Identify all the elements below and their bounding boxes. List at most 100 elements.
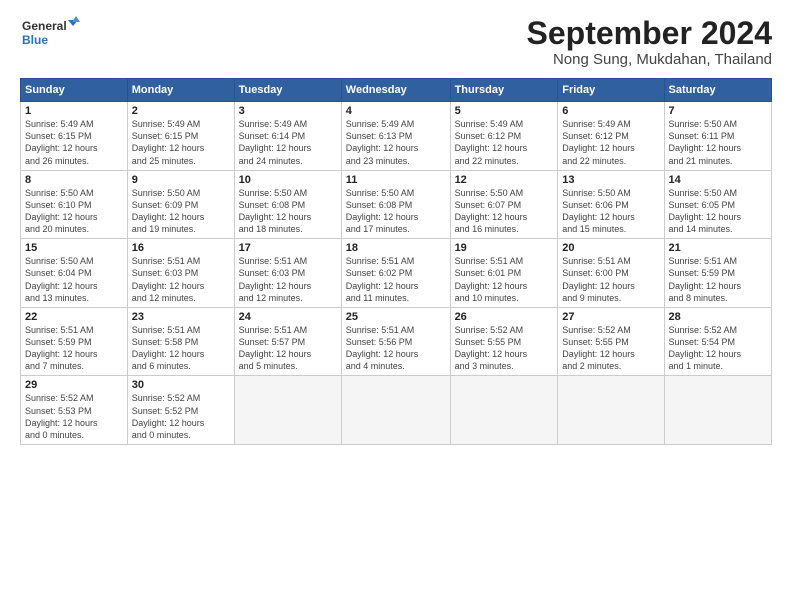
day-info: Sunrise: 5:51 AMSunset: 5:56 PMDaylight:… bbox=[346, 324, 446, 373]
day-number: 3 bbox=[239, 105, 337, 117]
calendar-cell: 18Sunrise: 5:51 AMSunset: 6:02 PMDayligh… bbox=[341, 239, 450, 308]
day-info: Sunrise: 5:51 AMSunset: 5:58 PMDaylight:… bbox=[132, 324, 230, 373]
calendar-cell: 20Sunrise: 5:51 AMSunset: 6:00 PMDayligh… bbox=[558, 239, 664, 308]
day-info: Sunrise: 5:51 AMSunset: 6:01 PMDaylight:… bbox=[455, 255, 554, 304]
calendar-cell bbox=[558, 376, 664, 445]
calendar-row-4: 22Sunrise: 5:51 AMSunset: 5:59 PMDayligh… bbox=[21, 307, 772, 376]
day-number: 13 bbox=[562, 174, 659, 186]
calendar-table: Sunday Monday Tuesday Wednesday Thursday… bbox=[20, 78, 772, 445]
day-info: Sunrise: 5:50 AMSunset: 6:07 PMDaylight:… bbox=[455, 187, 554, 236]
svg-text:General: General bbox=[22, 19, 67, 33]
day-number: 10 bbox=[239, 174, 337, 186]
calendar-cell: 17Sunrise: 5:51 AMSunset: 6:03 PMDayligh… bbox=[234, 239, 341, 308]
calendar-cell: 3Sunrise: 5:49 AMSunset: 6:14 PMDaylight… bbox=[234, 102, 341, 171]
day-info: Sunrise: 5:52 AMSunset: 5:52 PMDaylight:… bbox=[132, 392, 230, 441]
calendar-cell: 27Sunrise: 5:52 AMSunset: 5:55 PMDayligh… bbox=[558, 307, 664, 376]
day-info: Sunrise: 5:49 AMSunset: 6:13 PMDaylight:… bbox=[346, 118, 446, 167]
svg-text:Blue: Blue bbox=[22, 33, 48, 47]
calendar-row-5: 29Sunrise: 5:52 AMSunset: 5:53 PMDayligh… bbox=[21, 376, 772, 445]
col-thursday: Thursday bbox=[450, 79, 558, 102]
calendar-cell: 25Sunrise: 5:51 AMSunset: 5:56 PMDayligh… bbox=[341, 307, 450, 376]
day-info: Sunrise: 5:51 AMSunset: 5:59 PMDaylight:… bbox=[25, 324, 123, 373]
calendar-header-row: Sunday Monday Tuesday Wednesday Thursday… bbox=[21, 79, 772, 102]
calendar-cell: 7Sunrise: 5:50 AMSunset: 6:11 PMDaylight… bbox=[664, 102, 771, 171]
calendar-cell: 16Sunrise: 5:51 AMSunset: 6:03 PMDayligh… bbox=[127, 239, 234, 308]
day-number: 14 bbox=[669, 174, 767, 186]
day-info: Sunrise: 5:51 AMSunset: 6:00 PMDaylight:… bbox=[562, 255, 659, 304]
calendar-cell: 4Sunrise: 5:49 AMSunset: 6:13 PMDaylight… bbox=[341, 102, 450, 171]
calendar-cell: 23Sunrise: 5:51 AMSunset: 5:58 PMDayligh… bbox=[127, 307, 234, 376]
col-tuesday: Tuesday bbox=[234, 79, 341, 102]
calendar-cell: 10Sunrise: 5:50 AMSunset: 6:08 PMDayligh… bbox=[234, 170, 341, 239]
day-number: 26 bbox=[455, 311, 554, 323]
day-number: 19 bbox=[455, 242, 554, 254]
col-sunday: Sunday bbox=[21, 79, 128, 102]
day-number: 30 bbox=[132, 379, 230, 391]
day-info: Sunrise: 5:52 AMSunset: 5:54 PMDaylight:… bbox=[669, 324, 767, 373]
calendar-cell: 13Sunrise: 5:50 AMSunset: 6:06 PMDayligh… bbox=[558, 170, 664, 239]
day-number: 27 bbox=[562, 311, 659, 323]
calendar-body: 1Sunrise: 5:49 AMSunset: 6:15 PMDaylight… bbox=[21, 102, 772, 445]
calendar-cell: 30Sunrise: 5:52 AMSunset: 5:52 PMDayligh… bbox=[127, 376, 234, 445]
day-number: 7 bbox=[669, 105, 767, 117]
calendar-cell: 26Sunrise: 5:52 AMSunset: 5:55 PMDayligh… bbox=[450, 307, 558, 376]
day-number: 29 bbox=[25, 379, 123, 391]
day-info: Sunrise: 5:50 AMSunset: 6:06 PMDaylight:… bbox=[562, 187, 659, 236]
calendar-cell bbox=[664, 376, 771, 445]
day-number: 25 bbox=[346, 311, 446, 323]
calendar-title: September 2024 bbox=[527, 16, 772, 51]
calendar-cell: 22Sunrise: 5:51 AMSunset: 5:59 PMDayligh… bbox=[21, 307, 128, 376]
day-number: 24 bbox=[239, 311, 337, 323]
day-number: 9 bbox=[132, 174, 230, 186]
calendar-cell bbox=[234, 376, 341, 445]
header: General Blue September 2024 Nong Sung, M… bbox=[20, 16, 772, 68]
day-number: 4 bbox=[346, 105, 446, 117]
calendar-cell: 15Sunrise: 5:50 AMSunset: 6:04 PMDayligh… bbox=[21, 239, 128, 308]
logo: General Blue bbox=[20, 16, 80, 54]
logo-svg: General Blue bbox=[20, 16, 80, 54]
calendar-cell bbox=[450, 376, 558, 445]
day-info: Sunrise: 5:50 AMSunset: 6:11 PMDaylight:… bbox=[669, 118, 767, 167]
calendar-cell: 24Sunrise: 5:51 AMSunset: 5:57 PMDayligh… bbox=[234, 307, 341, 376]
calendar-cell: 5Sunrise: 5:49 AMSunset: 6:12 PMDaylight… bbox=[450, 102, 558, 171]
calendar-cell: 19Sunrise: 5:51 AMSunset: 6:01 PMDayligh… bbox=[450, 239, 558, 308]
calendar-cell bbox=[341, 376, 450, 445]
day-number: 1 bbox=[25, 105, 123, 117]
day-number: 23 bbox=[132, 311, 230, 323]
day-info: Sunrise: 5:50 AMSunset: 6:05 PMDaylight:… bbox=[669, 187, 767, 236]
col-monday: Monday bbox=[127, 79, 234, 102]
day-number: 2 bbox=[132, 105, 230, 117]
col-saturday: Saturday bbox=[664, 79, 771, 102]
day-info: Sunrise: 5:49 AMSunset: 6:14 PMDaylight:… bbox=[239, 118, 337, 167]
day-info: Sunrise: 5:50 AMSunset: 6:08 PMDaylight:… bbox=[239, 187, 337, 236]
day-info: Sunrise: 5:49 AMSunset: 6:12 PMDaylight:… bbox=[562, 118, 659, 167]
calendar-cell: 2Sunrise: 5:49 AMSunset: 6:15 PMDaylight… bbox=[127, 102, 234, 171]
day-number: 17 bbox=[239, 242, 337, 254]
calendar-row-3: 15Sunrise: 5:50 AMSunset: 6:04 PMDayligh… bbox=[21, 239, 772, 308]
day-number: 16 bbox=[132, 242, 230, 254]
day-number: 11 bbox=[346, 174, 446, 186]
day-info: Sunrise: 5:51 AMSunset: 5:57 PMDaylight:… bbox=[239, 324, 337, 373]
col-friday: Friday bbox=[558, 79, 664, 102]
day-info: Sunrise: 5:52 AMSunset: 5:53 PMDaylight:… bbox=[25, 392, 123, 441]
day-number: 6 bbox=[562, 105, 659, 117]
day-number: 28 bbox=[669, 311, 767, 323]
calendar-cell: 29Sunrise: 5:52 AMSunset: 5:53 PMDayligh… bbox=[21, 376, 128, 445]
col-wednesday: Wednesday bbox=[341, 79, 450, 102]
day-info: Sunrise: 5:51 AMSunset: 6:03 PMDaylight:… bbox=[239, 255, 337, 304]
day-info: Sunrise: 5:49 AMSunset: 6:15 PMDaylight:… bbox=[132, 118, 230, 167]
calendar-cell: 21Sunrise: 5:51 AMSunset: 5:59 PMDayligh… bbox=[664, 239, 771, 308]
day-number: 15 bbox=[25, 242, 123, 254]
calendar-cell: 6Sunrise: 5:49 AMSunset: 6:12 PMDaylight… bbox=[558, 102, 664, 171]
calendar-row-1: 1Sunrise: 5:49 AMSunset: 6:15 PMDaylight… bbox=[21, 102, 772, 171]
day-info: Sunrise: 5:52 AMSunset: 5:55 PMDaylight:… bbox=[562, 324, 659, 373]
day-info: Sunrise: 5:50 AMSunset: 6:09 PMDaylight:… bbox=[132, 187, 230, 236]
calendar-cell: 12Sunrise: 5:50 AMSunset: 6:07 PMDayligh… bbox=[450, 170, 558, 239]
day-number: 12 bbox=[455, 174, 554, 186]
title-block: September 2024 Nong Sung, Mukdahan, Thai… bbox=[527, 16, 772, 68]
calendar-cell: 9Sunrise: 5:50 AMSunset: 6:09 PMDaylight… bbox=[127, 170, 234, 239]
calendar-cell: 14Sunrise: 5:50 AMSunset: 6:05 PMDayligh… bbox=[664, 170, 771, 239]
day-number: 20 bbox=[562, 242, 659, 254]
page: General Blue September 2024 Nong Sung, M… bbox=[0, 0, 792, 612]
day-info: Sunrise: 5:49 AMSunset: 6:15 PMDaylight:… bbox=[25, 118, 123, 167]
